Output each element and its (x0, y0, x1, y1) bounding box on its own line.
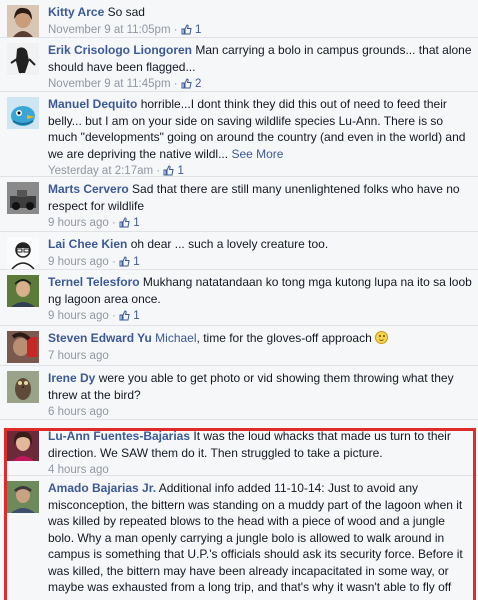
like-count[interactable]: 1 (119, 256, 140, 268)
like-count[interactable]: 2 (181, 78, 201, 90)
timestamp[interactable]: November 9 at 11:45pm (48, 78, 171, 90)
commenter-name[interactable]: Manuel Dequito (48, 97, 137, 111)
comment-meta: 9 hours ago · 1 (48, 310, 140, 322)
avatar[interactable] (7, 275, 39, 307)
thumbs-up-icon (119, 310, 130, 321)
comment: Erik Crisologo Liongoren Man carrying a … (0, 38, 478, 92)
thumbs-up-icon (163, 165, 174, 176)
like-count[interactable]: 1 (181, 23, 201, 36)
like-count[interactable]: 1 (163, 165, 184, 177)
timestamp[interactable]: 9 hours ago (48, 310, 109, 322)
see-more-link[interactable]: See More (231, 147, 283, 161)
avatar[interactable] (7, 5, 39, 37)
comment-meta: 6 hours ago (48, 404, 472, 421)
like-count[interactable]: 1 (119, 217, 140, 229)
thumbs-up-icon (181, 78, 192, 89)
smiley-emoticon-icon (375, 331, 389, 344)
comment: Lai Chee Kien oh dear ... such a lovely … (0, 232, 478, 270)
timestamp[interactable]: 9 hours ago (48, 256, 109, 268)
avatar[interactable] (7, 371, 39, 403)
thumbs-up-icon (181, 23, 192, 34)
commenter-name[interactable]: Amado Bajarias Jr. (48, 481, 156, 495)
comment: Marts Cervero Sad that there are still m… (0, 177, 478, 232)
commenter-name[interactable]: Lu-Ann Fuentes-Bajarias (48, 429, 190, 443)
mention-link[interactable]: Michael (155, 331, 196, 345)
comment-text: were you able to get photo or vid showin… (48, 371, 454, 402)
thumbs-up-icon (119, 217, 130, 228)
comment-meta: 9 hours ago · 1 (48, 217, 140, 229)
comment-text: Additional info added 11-10-14: Just to … (48, 481, 463, 594)
commenter-name[interactable]: Irene Dy (48, 371, 95, 385)
comment: Ternel Telesforo Mukhang natatandaan ko … (0, 270, 478, 326)
commenter-name[interactable]: Marts Cervero (48, 182, 129, 196)
comment-text: So sad (107, 5, 145, 19)
timestamp[interactable]: 7 hours ago (48, 350, 109, 362)
avatar[interactable] (7, 237, 39, 269)
timestamp[interactable]: Yesterday at 2:17am (48, 165, 153, 177)
comment-text: oh dear ... such a lovely creature too. (130, 237, 329, 251)
comment: Kitty Arce So sad November 9 at 11:05pm … (0, 0, 478, 38)
like-count[interactable]: 1 (119, 310, 140, 322)
avatar[interactable] (7, 97, 39, 129)
avatar[interactable] (7, 429, 39, 461)
comment-meta: November 9 at 11:45pm · 2 (48, 78, 202, 90)
thumbs-up-icon (119, 255, 130, 266)
comment: Irene Dy were you able to get photo or v… (0, 366, 478, 420)
comment: Amado Bajarias Jr. Additional info added… (0, 476, 478, 600)
avatar[interactable] (7, 182, 39, 214)
comment-text: , time for the gloves-off approach (196, 331, 372, 345)
comment: Lu-Ann Fuentes-Bajarias It was the loud … (0, 420, 478, 476)
avatar[interactable] (7, 481, 39, 513)
timestamp[interactable]: November 9 at 11:05pm (48, 24, 171, 36)
commenter-name[interactable]: Steven Edward Yu (48, 331, 152, 345)
comment-meta: November 9 at 11:05pm · 1 (48, 23, 202, 36)
timestamp[interactable]: 9 hours ago (48, 217, 109, 229)
commenter-name[interactable]: Ternel Telesforo (48, 275, 140, 289)
timestamp[interactable]: 4 hours ago (48, 464, 109, 476)
comment-meta: 9 hours ago · 1 (48, 255, 140, 268)
comment: Steven Edward Yu Michael, time for the g… (0, 326, 478, 366)
timestamp[interactable]: 6 hours ago (48, 406, 109, 418)
commenter-name[interactable]: Kitty Arce (48, 5, 104, 19)
commenter-name[interactable]: Lai Chee Kien (48, 237, 127, 251)
avatar[interactable] (7, 43, 39, 75)
commenter-name[interactable]: Erik Crisologo Liongoren (48, 43, 192, 57)
comment-meta: 7 hours ago (48, 348, 472, 365)
comment-thread: Kitty Arce So sad November 9 at 11:05pm … (0, 0, 478, 600)
avatar[interactable] (7, 331, 39, 363)
comment: Manuel Dequito horrible...I dont think t… (0, 92, 478, 177)
